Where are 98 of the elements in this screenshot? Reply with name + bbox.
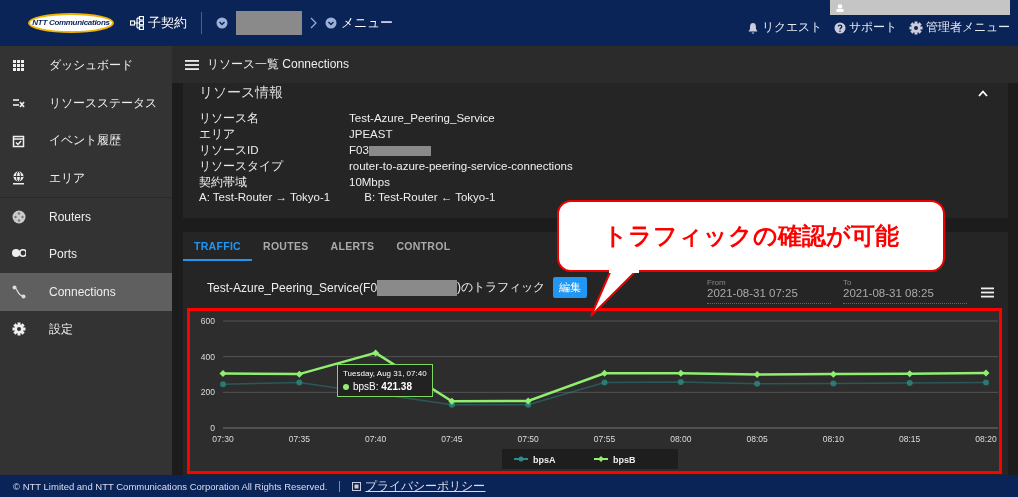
data-point — [220, 381, 226, 388]
tooltip-title: Tuesday, Aug 31, 07:40 — [343, 369, 427, 378]
sidebar-item[interactable]: ダッシュボード — [0, 47, 172, 85]
tab[interactable]: TRAFFIC — [183, 232, 252, 261]
axis-label: 200 — [200, 387, 215, 398]
hierarchy-icon — [130, 16, 144, 30]
axis-label: 08:00 — [670, 434, 692, 444]
axis-label: 07:50 — [517, 434, 539, 444]
axis-label: 08:10 — [822, 434, 845, 444]
axis-label: 600 — [200, 316, 215, 326]
series-dot-icon — [343, 383, 349, 390]
connection-icon — [12, 284, 26, 299]
router-icon — [12, 209, 26, 224]
section-title: リソース情報 — [199, 84, 283, 102]
field-label: 契約帯域 — [199, 175, 248, 190]
data-point — [601, 379, 608, 386]
tab[interactable]: ROUTES — [252, 232, 320, 261]
data-point — [982, 369, 990, 377]
field-label: エリア — [199, 127, 236, 142]
field-label: From — [707, 278, 727, 287]
axis-label: 07:55 — [593, 434, 616, 444]
field-label: リソース名 — [199, 111, 260, 126]
user-icon — [836, 3, 844, 12]
copyright-text: © NTT Limited and NTT Communications Corporation All Rights Reserved. — [13, 480, 328, 492]
bell-icon — [747, 21, 759, 34]
field-value: Test-Azure_Peering_Service — [349, 111, 495, 126]
sidebar-item[interactable]: Connections — [0, 273, 172, 311]
sidebar-item[interactable]: 設定 — [0, 310, 172, 348]
data-point — [219, 370, 227, 378]
callout-text: トラフィックの確認が可能 — [603, 221, 899, 251]
chart-title: )のトラフィック — [457, 279, 546, 296]
field-label: リソースタイプ — [199, 159, 285, 174]
header-link[interactable]: リクエスト — [747, 19, 822, 36]
axis-label: 08:20 — [975, 434, 997, 444]
axis-label: 400 — [200, 351, 215, 362]
data-point — [754, 380, 761, 387]
header-link[interactable]: サポート — [834, 19, 897, 36]
help-icon — [834, 21, 846, 34]
menu-link[interactable]: メニュー — [325, 14, 393, 32]
legend-label: bpsB — [613, 455, 636, 465]
data-point — [677, 369, 685, 377]
settings-icon — [909, 20, 923, 35]
tooltip-value: bpsB: 421.38 — [353, 381, 412, 392]
legend-label: bpsA — [533, 455, 556, 465]
axis-label: 08:15 — [899, 434, 921, 444]
data-point — [829, 370, 837, 378]
redacted-block — [236, 11, 302, 35]
collapse-icon — [978, 89, 988, 97]
sidebar-item[interactable]: Routers — [0, 198, 172, 236]
axis-label: 08:05 — [746, 434, 768, 444]
endpoint-text: B: Test-Router ← Tokyo-1 — [364, 190, 496, 205]
field-value: JPEAST — [349, 127, 393, 142]
calendar-icon — [12, 133, 26, 148]
grid-icon — [12, 58, 26, 73]
date-field[interactable]: 2021-08-31 07:25 — [707, 287, 831, 304]
data-point — [601, 369, 608, 377]
axis-label: 07:30 — [212, 434, 234, 444]
chevron-circle-icon — [325, 17, 337, 29]
axis-label: 07:35 — [288, 434, 310, 444]
contract-link[interactable]: 子契約 — [130, 14, 187, 32]
data-point — [906, 380, 913, 387]
axis-label: 07:45 — [441, 434, 463, 444]
field-value: F03 — [349, 143, 369, 158]
menu-icon — [981, 287, 994, 298]
privacy-link[interactable]: プライバシーポリシー — [352, 477, 486, 495]
external-link-icon — [352, 481, 362, 491]
sidebar-item[interactable]: Ports — [0, 235, 172, 273]
axis-label: 07:40 — [364, 434, 387, 444]
chevron-right-icon — [310, 17, 317, 29]
field-value: router-to-azure-peering-service-connections — [349, 159, 573, 174]
data-point — [906, 370, 914, 378]
legend-icon — [593, 456, 609, 462]
chevron-circle-icon — [216, 17, 228, 29]
page-title: リソース一覧 Connections — [207, 56, 350, 73]
legend-icon — [513, 456, 529, 462]
menu-icon — [185, 58, 199, 71]
sidebar-item[interactable]: エリア — [0, 159, 172, 197]
tab[interactable]: CONTROL — [385, 232, 462, 261]
endpoint-text: A: Test-Router → Tokyo-1 — [199, 190, 331, 205]
header-link[interactable]: 管理者メニュー — [909, 19, 1010, 36]
axis-label: 0 — [210, 423, 215, 433]
data-point — [753, 371, 761, 378]
field-label: To — [843, 278, 853, 287]
settings-icon — [12, 322, 26, 337]
field-label: リソースID — [199, 143, 260, 158]
data-point — [677, 379, 684, 385]
chart-title: Test-Azure_Peering_Service(F0 — [207, 280, 378, 295]
field-value: 10Mbps — [349, 175, 390, 190]
logo: NTT Communications — [28, 13, 114, 33]
date-field[interactable]: 2021-08-31 08:25 — [843, 287, 967, 304]
data-point — [830, 380, 837, 387]
tab[interactable]: ALERTS — [319, 232, 386, 261]
globe-icon — [12, 171, 26, 186]
sidebar-item[interactable]: イベント履歴 — [0, 122, 172, 160]
sidebar-item[interactable]: リソースステータス — [0, 84, 172, 122]
data-point — [983, 379, 989, 386]
data-point — [372, 349, 380, 357]
user-account-bar[interactable] — [830, 0, 1010, 15]
